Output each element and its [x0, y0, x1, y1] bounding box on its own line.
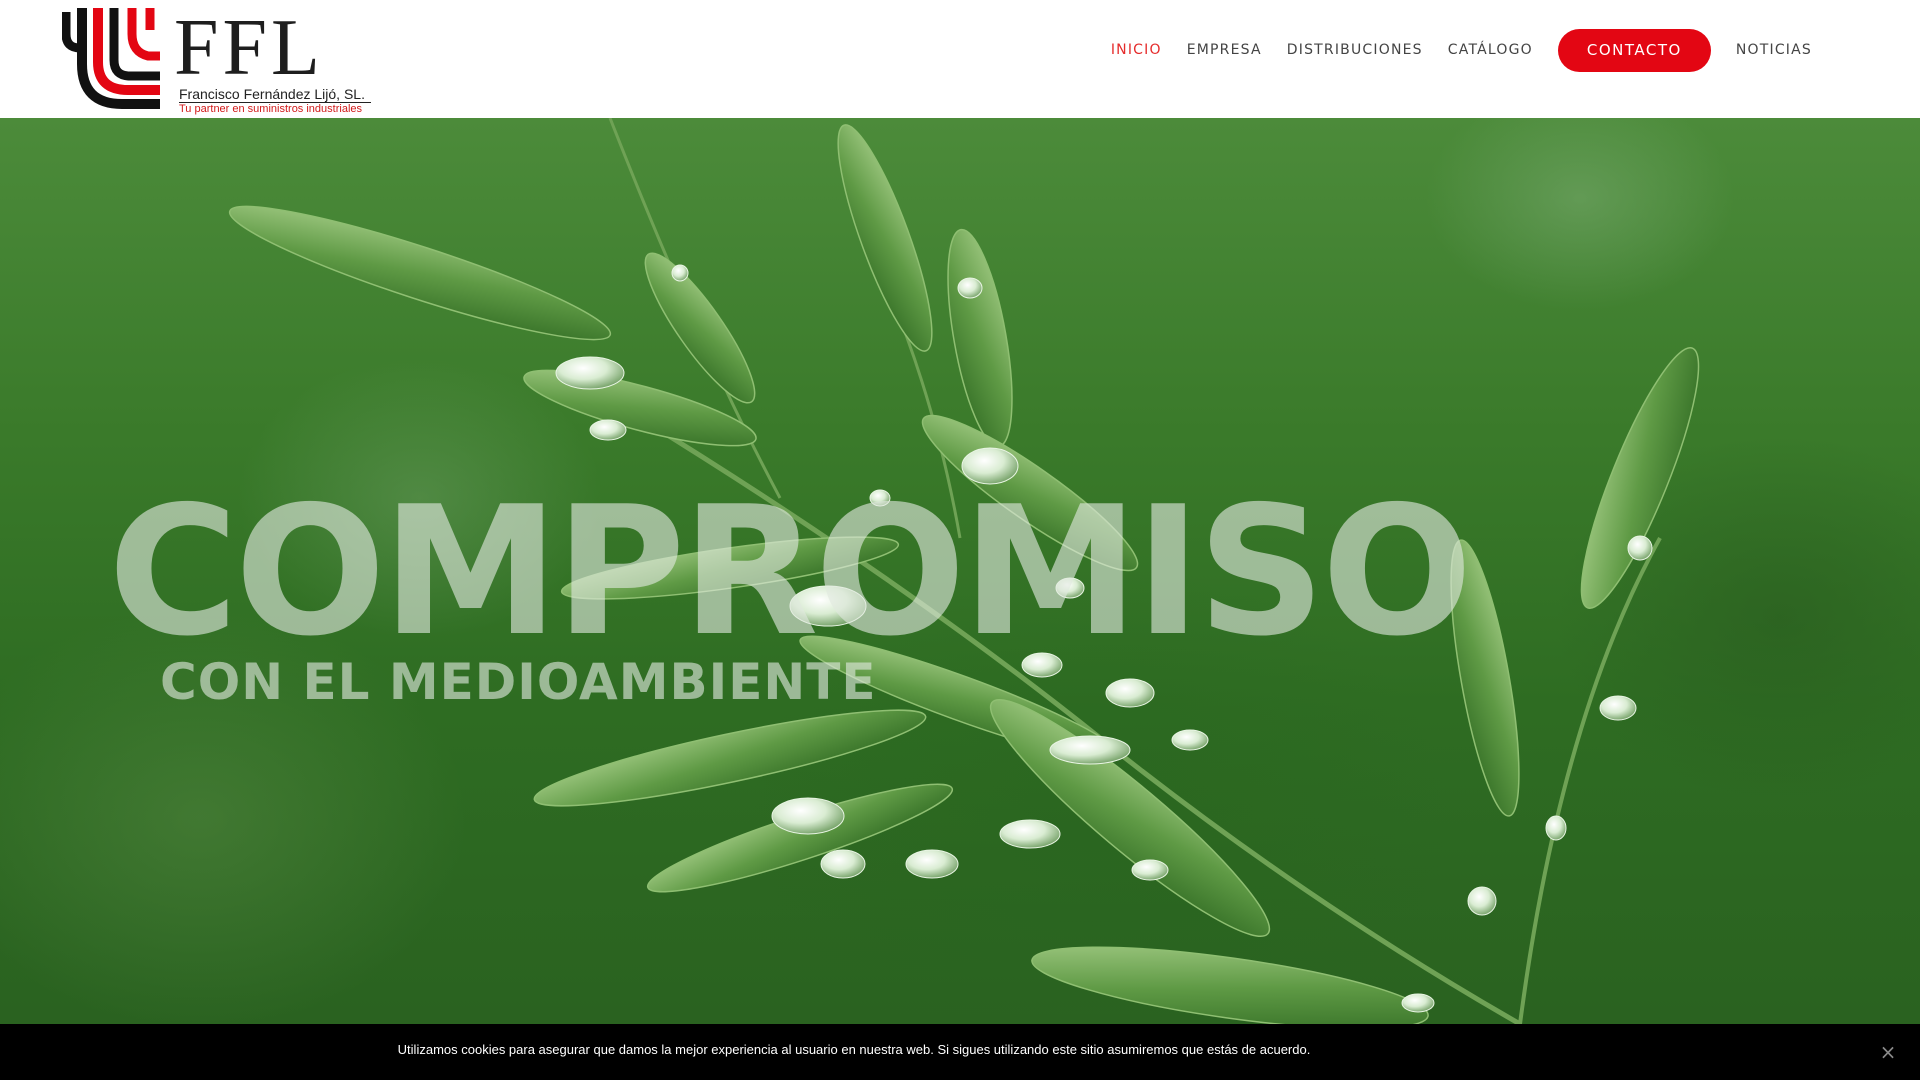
nav-item-catalogo[interactable]: CATÁLOGO [1448, 42, 1533, 58]
nav-item-noticias[interactable]: NOTICIAS [1736, 42, 1812, 58]
site-header: FFL Francisco Fernández Lijó, SL. Tu par… [0, 0, 1920, 118]
site-logo[interactable]: FFL Francisco Fernández Lijó, SL. Tu par… [62, 4, 382, 116]
hero-headline: COMPROMISO [108, 468, 1473, 675]
close-icon[interactable]: × [1878, 1042, 1898, 1062]
nav-item-empresa[interactable]: EMPRESA [1187, 42, 1262, 58]
cookie-notice-text: Utilizamos cookies para asegurar que dam… [397, 1042, 1311, 1057]
main-nav: INICIO EMPRESA DISTRIBUCIONES CATÁLOGO C… [1086, 28, 1812, 72]
contact-button[interactable]: CONTACTO [1557, 28, 1711, 72]
hero-subheadline: CON EL MEDIOAMBIENTE [160, 653, 877, 711]
nav-item-distribuciones[interactable]: DISTRIBUCIONES [1287, 42, 1423, 58]
cookie-notice: Utilizamos cookies para asegurar que dam… [0, 1024, 1920, 1080]
hero-slider: COMPROMISO CON EL MEDIOAMBIENTE [0, 118, 1920, 1024]
nav-item-inicio[interactable]: INICIO [1111, 42, 1162, 58]
logo-wordmark: FFL [174, 4, 324, 92]
ffl-logo-mark-icon [62, 8, 160, 109]
logo-tagline: Tu partner en suministros industriales [179, 103, 363, 115]
logo-company-name: Francisco Fernández Lijó, SL. [179, 86, 365, 102]
